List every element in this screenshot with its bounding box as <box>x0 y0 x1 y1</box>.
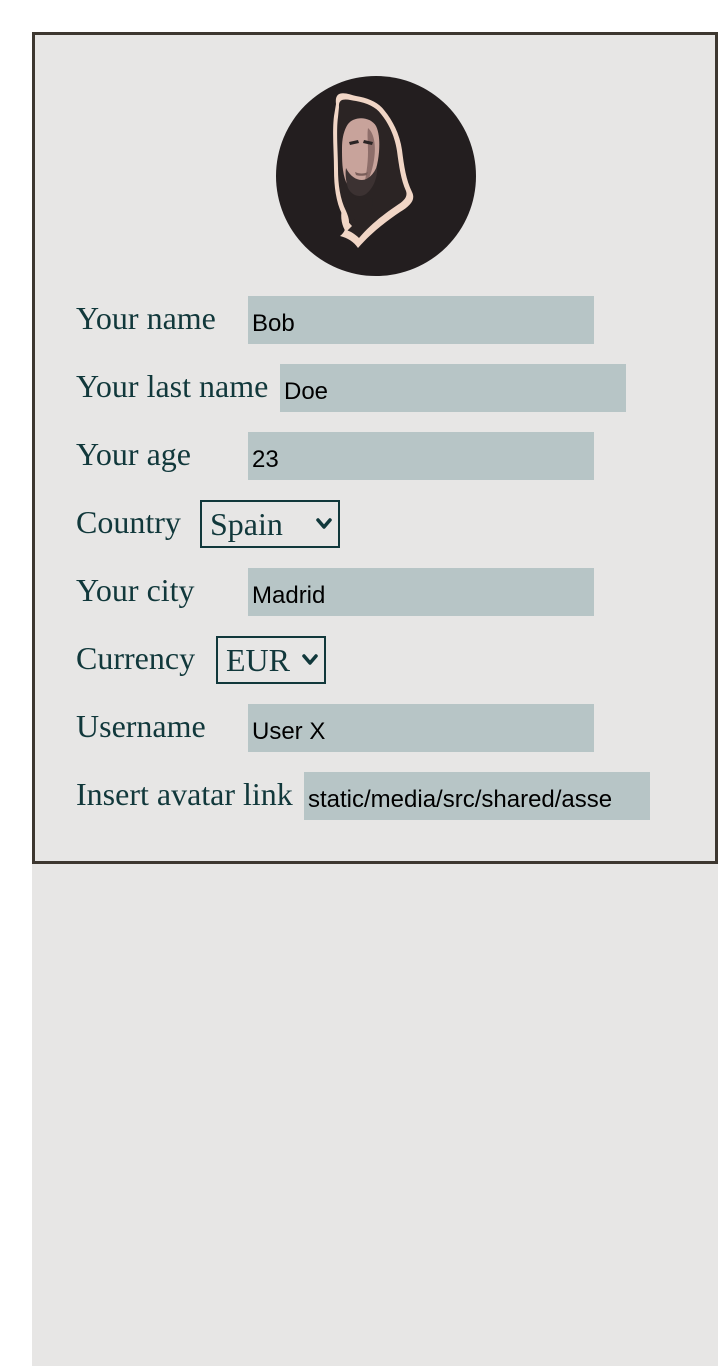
name-label: Your name <box>76 300 216 336</box>
country-select-value: Spain <box>210 506 283 542</box>
chevron-down-icon <box>316 518 332 530</box>
name-input[interactable] <box>248 296 594 344</box>
avatar-link-label: Insert avatar link <box>76 776 293 812</box>
currency-select-value: EUR <box>226 642 290 678</box>
country-select[interactable]: Spain <box>200 500 340 548</box>
chevron-down-icon <box>302 654 318 666</box>
portrait-avatar-icon <box>333 93 414 248</box>
last-name-input[interactable] <box>280 364 626 412</box>
last-name-label: Your last name <box>76 368 269 404</box>
country-label: Country <box>76 504 181 540</box>
city-input[interactable] <box>248 568 594 616</box>
profile-card: Your name Your last name Your age Countr… <box>32 32 718 864</box>
age-input[interactable] <box>248 432 594 480</box>
username-label: Username <box>76 708 206 744</box>
currency-label: Currency <box>76 640 196 676</box>
avatar-link-input[interactable] <box>304 772 650 820</box>
username-input[interactable] <box>248 704 594 752</box>
age-label: Your age <box>76 436 191 472</box>
avatar <box>276 76 476 276</box>
currency-select[interactable]: EUR <box>216 636 326 684</box>
city-label: Your city <box>76 572 195 608</box>
